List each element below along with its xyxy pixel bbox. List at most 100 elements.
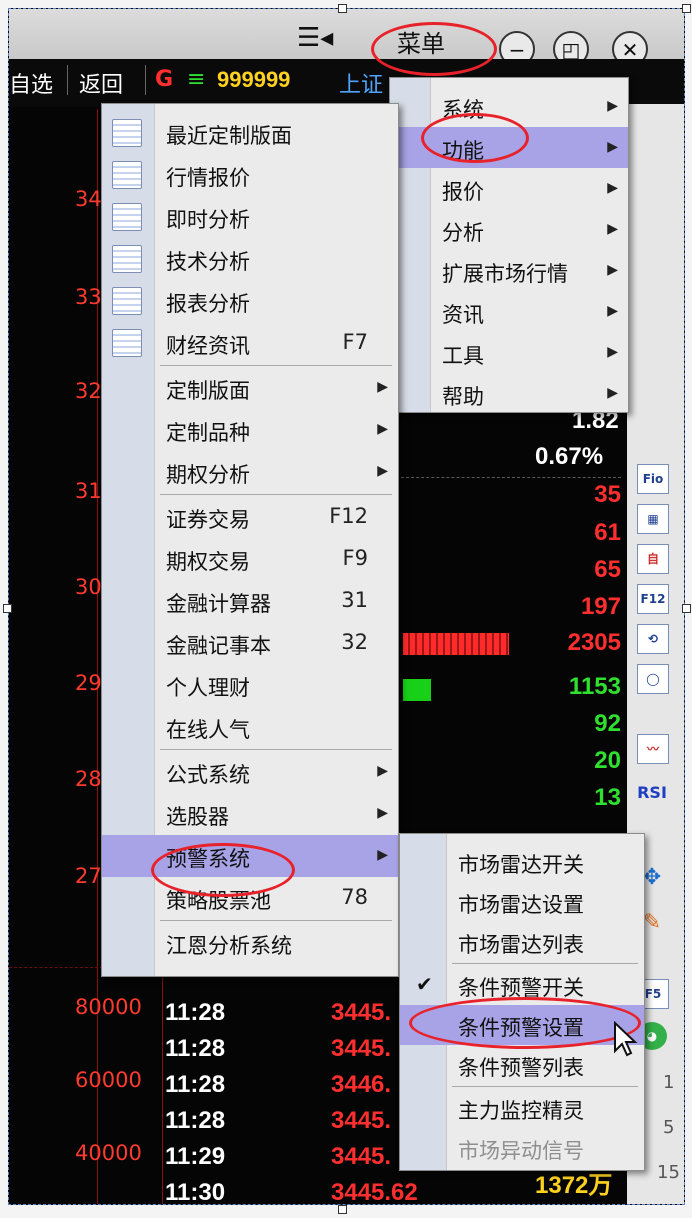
- buy-volume-bar: [403, 633, 509, 655]
- menu-item-label: 扩展市场行情: [442, 261, 568, 286]
- menu-item-20[interactable]: 江恩分析系统: [102, 922, 398, 964]
- menu-separator: [452, 963, 638, 964]
- menu-item-label: 主力监控精灵: [458, 1099, 584, 1123]
- rsi-icon[interactable]: RSI: [637, 779, 667, 807]
- menu-item-14[interactable]: 个人理财: [102, 664, 398, 706]
- ladder-value: 20: [594, 747, 621, 774]
- sell-volume-bar: [403, 679, 431, 701]
- tick-time: 11:29: [165, 1143, 226, 1170]
- ladder-value: 65: [594, 556, 621, 583]
- menu-item-13[interactable]: 金融记事本 32: [102, 622, 398, 664]
- menu-item-label: 条件预警列表: [458, 1056, 584, 1080]
- badge-eq: ≡: [187, 67, 206, 92]
- menu-item-4[interactable]: 技术分析: [102, 238, 398, 280]
- chevron-right-icon: ▶: [607, 97, 618, 114]
- menu-item-3[interactable]: 报价 ▶: [390, 168, 628, 209]
- menu-item-label: 江恩分析系统: [166, 934, 292, 958]
- search-icon[interactable]: ◯: [637, 664, 669, 694]
- tick-time: 11:28: [165, 1035, 226, 1062]
- menu-item-10[interactable]: 证券交易 F12: [102, 496, 398, 538]
- menu-item-label: 市场雷达列表: [458, 933, 584, 957]
- recent-layout-icon: [112, 119, 142, 147]
- menu-item-label: 市场异动信号: [458, 1139, 584, 1163]
- tick-price: 3446.: [331, 1071, 392, 1098]
- candlestick-icon: [112, 245, 142, 273]
- menu-item-9[interactable]: 期权分析 ▶: [102, 451, 398, 493]
- chevron-right-icon: ▶: [607, 343, 618, 360]
- layout-grid-icon[interactable]: ☰◂: [297, 23, 333, 53]
- report-icon: [112, 287, 142, 315]
- menu-item-6[interactable]: 财经资讯 F7: [102, 322, 398, 364]
- chart-axis: [97, 109, 98, 1204]
- badge-g: G: [155, 67, 174, 92]
- menu-item-label: 公式系统: [166, 763, 250, 787]
- chevron-right-icon: ▶: [377, 463, 388, 479]
- menu-item-7[interactable]: 工具 ▶: [390, 332, 628, 373]
- price-label: 27: [75, 864, 102, 888]
- menu-item-8[interactable]: 帮助 ▶: [390, 373, 628, 414]
- chart-icon[interactable]: ▦: [637, 504, 669, 534]
- f12-icon[interactable]: F12: [637, 584, 669, 614]
- menu-item-label: 在线人气: [166, 718, 250, 742]
- chevron-right-icon: ▶: [607, 302, 618, 319]
- menu-item-2[interactable]: 行情报价: [102, 154, 398, 196]
- menu-item-label: 证券交易: [166, 508, 250, 532]
- menu-item-17[interactable]: 选股器 ▶: [102, 793, 398, 835]
- menu-item-11[interactable]: 期权交易 F9: [102, 538, 398, 580]
- menu-shortcut: F12: [329, 504, 368, 528]
- side-number: 15: [657, 1162, 680, 1183]
- side-number: 5: [663, 1117, 675, 1138]
- menu-item-label: 资讯: [442, 302, 484, 327]
- menu-item-5[interactable]: 扩展市场行情 ▶: [390, 250, 628, 291]
- ladder-value: 2305: [567, 629, 621, 656]
- menu-shortcut: F9: [342, 546, 368, 570]
- menu-item-7[interactable]: 主力监控精灵: [400, 1088, 644, 1128]
- menu-separator: [160, 494, 392, 495]
- menu-item-12[interactable]: 金融计算器 31: [102, 580, 398, 622]
- menu-item-15[interactable]: 在线人气: [102, 706, 398, 748]
- wave-icon[interactable]: 〰: [637, 734, 669, 764]
- history-icon[interactable]: ⟲: [637, 624, 669, 654]
- price-label: 33: [75, 285, 102, 309]
- watchlist-button[interactable]: 自选: [9, 67, 53, 99]
- volume-label: 80000: [75, 995, 142, 1019]
- menu-shortcut: F7: [342, 330, 368, 354]
- menu-item-1[interactable]: 市场雷达开关: [400, 842, 644, 882]
- back-button[interactable]: 返回: [79, 67, 123, 99]
- ladder-value: 61: [594, 519, 621, 546]
- menu-item-label: 定制品种: [166, 421, 250, 445]
- menu-item-4[interactable]: 分析 ▶: [390, 209, 628, 250]
- menu-item-8[interactable]: 定制品种 ▶: [102, 409, 398, 451]
- stock-name: 上证: [339, 73, 384, 98]
- tick-price: 3445.: [331, 1107, 392, 1134]
- volume-label: 40000: [75, 1141, 142, 1165]
- chevron-right-icon: ▶: [607, 261, 618, 278]
- chevron-right-icon: ▶: [607, 220, 618, 237]
- fio-icon[interactable]: Fio: [637, 464, 669, 494]
- menu-shortcut: 32: [341, 630, 368, 654]
- menu-separator: [160, 365, 392, 366]
- menu-item-5[interactable]: 报表分析: [102, 280, 398, 322]
- menu-item-label: 金融记事本: [166, 634, 271, 658]
- menu-item-7[interactable]: 定制版面 ▶: [102, 367, 398, 409]
- app-window: ☰◂ 菜单 − ◰ ✕ 自选 返回 G ≡ 999999 上证 34 33 32…: [8, 8, 685, 1205]
- menu-item-16[interactable]: 公式系统 ▶: [102, 751, 398, 793]
- menu-item-6[interactable]: 资讯 ▶: [390, 291, 628, 332]
- price-label: 30: [75, 575, 102, 599]
- tick-price: 3445.: [331, 1143, 392, 1170]
- menu-item-label: 报表分析: [166, 292, 250, 316]
- menu-item-3[interactable]: 市场雷达列表: [400, 922, 644, 962]
- menu-item-6[interactable]: 条件预警列表: [400, 1045, 644, 1085]
- ladder-value: 35: [594, 481, 621, 508]
- ladder-value: 1153: [568, 673, 621, 700]
- menu-item-8[interactable]: 市场异动信号: [400, 1128, 644, 1168]
- menu-item-2[interactable]: 市场雷达设置: [400, 882, 644, 922]
- menu-item-1[interactable]: 最近定制版面: [102, 112, 398, 154]
- chevron-right-icon: ▶: [607, 179, 618, 196]
- self-select-icon[interactable]: 自: [637, 544, 669, 574]
- menu-item-3[interactable]: 即时分析: [102, 196, 398, 238]
- tick-time: 11:28: [165, 1071, 226, 1098]
- chevron-right-icon: ▶: [607, 384, 618, 401]
- quote-list-icon: [112, 161, 142, 189]
- chevron-right-icon: ▶: [377, 805, 388, 821]
